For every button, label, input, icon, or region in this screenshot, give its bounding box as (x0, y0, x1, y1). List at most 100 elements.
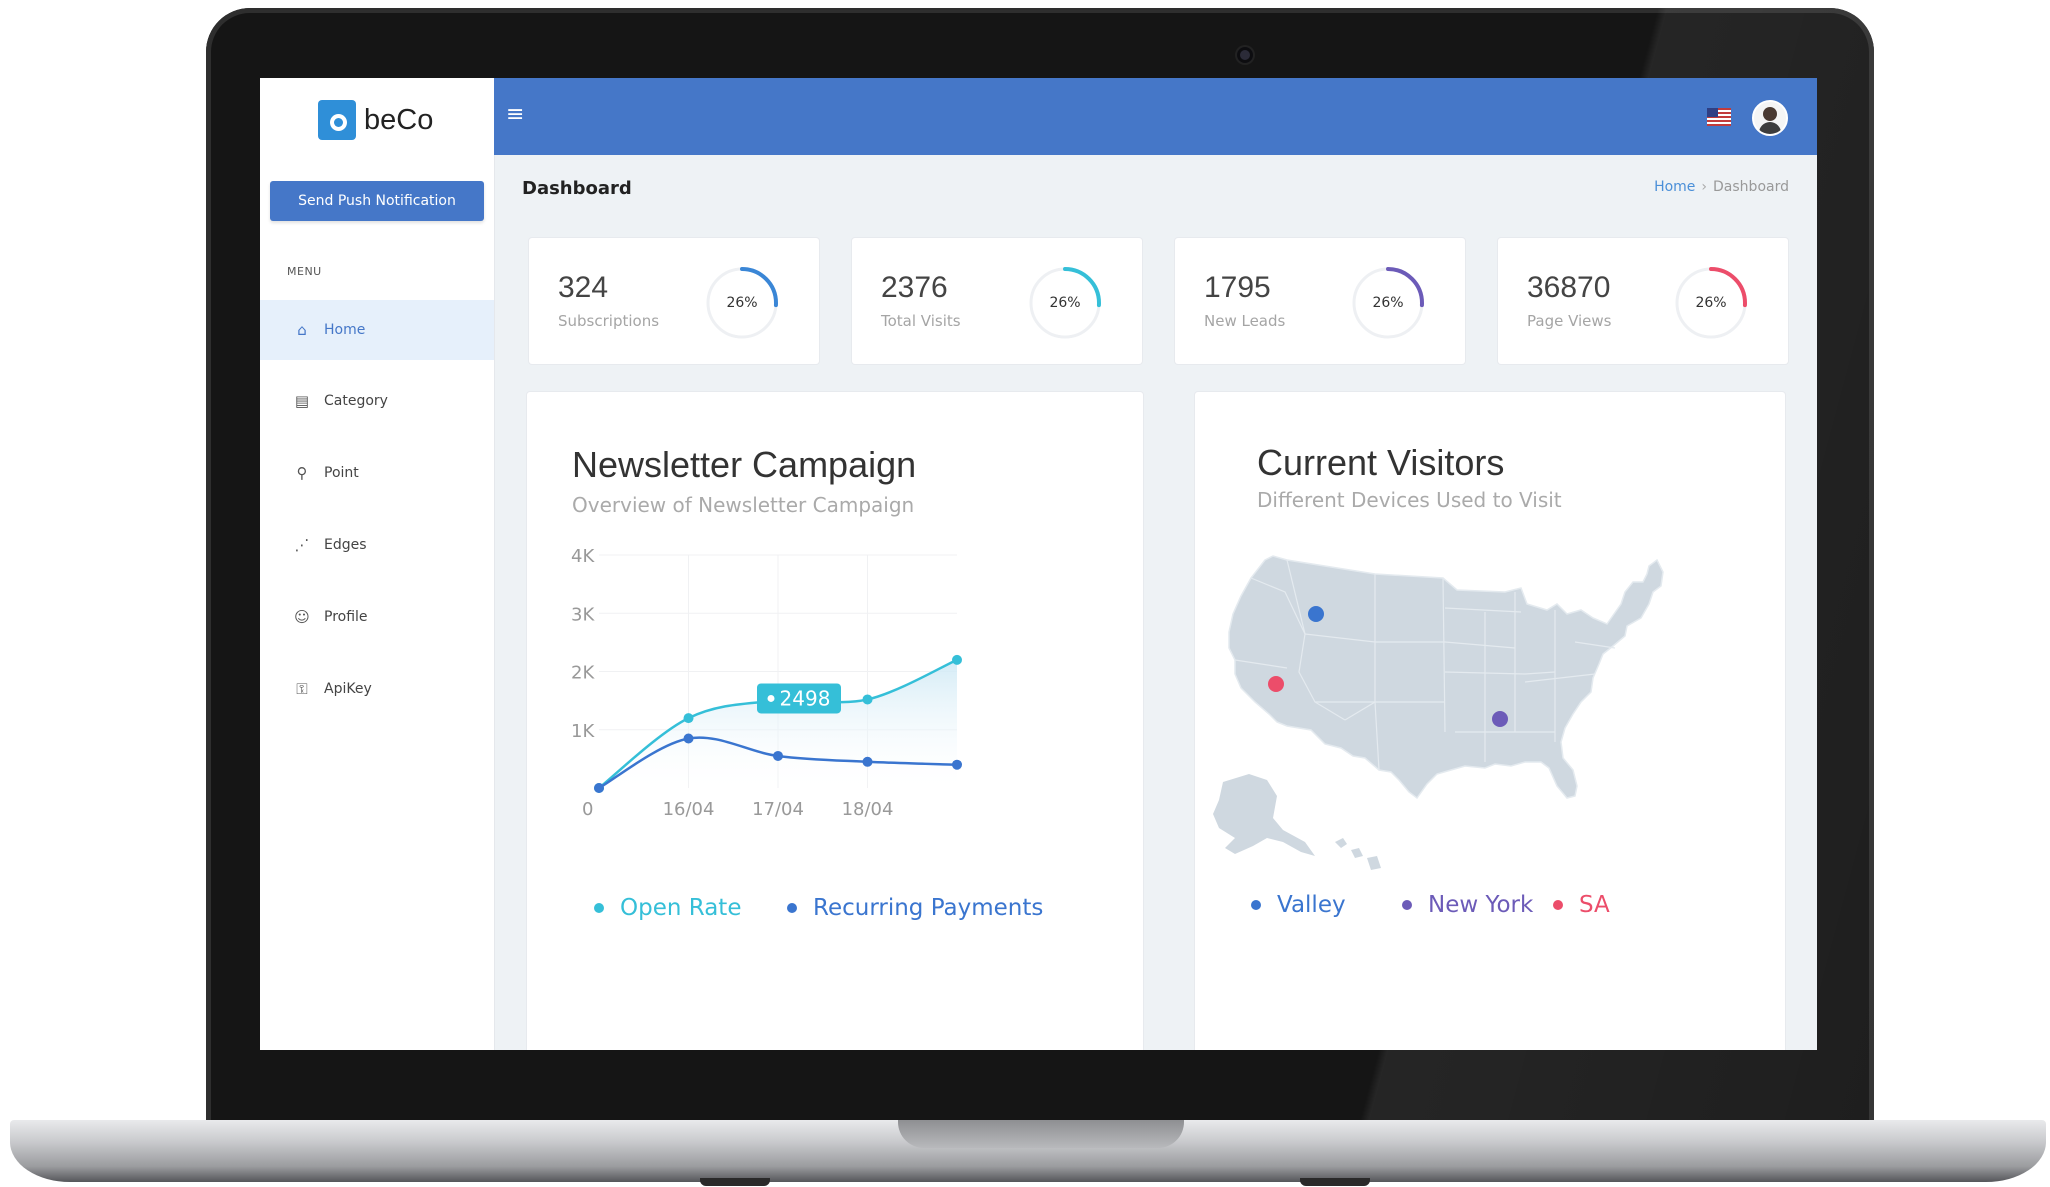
sidebar-item-label: Profile (324, 609, 368, 625)
legend-item-open-rate: Open Rate (594, 895, 741, 921)
map-marker-new-york[interactable] (1492, 711, 1508, 727)
y-tick-label: 1K (571, 721, 595, 742)
current-visitors-panel: Current Visitors Different Devices Used … (1195, 392, 1785, 1050)
sidebar-item-edges[interactable]: ⋰ Edges (260, 515, 494, 575)
stat-label: Total Visits (881, 312, 961, 330)
page-title: Dashboard (522, 178, 632, 199)
stat-value: 1795 (1204, 271, 1271, 304)
legend-dot (1402, 900, 1412, 910)
x-tick-label: 16/04 (663, 799, 715, 820)
data-point[interactable] (773, 750, 783, 761)
top-navbar: ≡ (494, 78, 1817, 155)
stat-label: Subscriptions (558, 312, 660, 330)
stat-card-subscriptions: 324 Subscriptions 26% (529, 238, 819, 364)
app-screen: beCo Send Push Notification MENU ⌂ Home … (260, 78, 1817, 1050)
y-tick-label: 4K (571, 546, 595, 567)
data-point[interactable] (952, 654, 962, 665)
legend-dot (594, 903, 604, 913)
users-key-icon: ⚿ (296, 680, 308, 698)
data-point[interactable] (683, 733, 694, 744)
logo-icon (318, 100, 356, 140)
sidebar-item-profile[interactable]: ☺ Profile (260, 587, 494, 647)
sidebar-item-label: ApiKey (324, 681, 372, 697)
sidebar-item-home[interactable]: ⌂ Home (260, 300, 494, 360)
map-pin-icon: ⚲ (296, 464, 308, 482)
legend-dot (787, 903, 797, 913)
legend-item-recurring-payments: Recurring Payments (787, 895, 1043, 921)
user-avatar[interactable] (1752, 100, 1788, 136)
usa-map-mainland (1228, 555, 1664, 800)
sidebar-item-label: Home (324, 322, 366, 338)
legend-label: Valley (1277, 892, 1346, 918)
progress-percent: 26% (726, 295, 758, 311)
chevron-right-icon: › (1701, 179, 1708, 195)
stat-label: New Leads (1204, 312, 1286, 330)
newsletter-line-chart: 0 1K 2K 3K 4K 16/04 17/04 18/04 2498 (571, 546, 962, 820)
progress-percent: 26% (1372, 295, 1404, 311)
legend-label: New York (1428, 892, 1534, 918)
data-point[interactable] (862, 694, 873, 705)
progress-percent: 26% (1695, 295, 1727, 311)
stat-label: Page Views (1527, 312, 1612, 330)
progress-percent: 26% (1049, 295, 1081, 311)
legend-label: SA (1579, 892, 1610, 918)
legend-item-valley: Valley (1251, 892, 1346, 918)
stat-card-total-visits: 2376 Total Visits 26% (852, 238, 1142, 364)
user-icon: ☺ (294, 608, 310, 626)
map-marker-sa[interactable] (1268, 676, 1284, 692)
sidebar: beCo Send Push Notification MENU ⌂ Home … (260, 78, 494, 1050)
menu-heading: MENU (287, 265, 322, 278)
data-point[interactable] (952, 759, 962, 770)
data-point[interactable] (594, 783, 604, 793)
stat-value: 36870 (1527, 271, 1611, 304)
panel-title: Newsletter Campaign (572, 444, 917, 485)
us-flag-icon[interactable] (1707, 108, 1731, 126)
legend-label: Recurring Payments (813, 895, 1044, 921)
tooltip-value: 2498 (780, 686, 831, 710)
x-tick-label: 17/04 (752, 799, 804, 820)
legend-item-new-york: New York (1402, 892, 1533, 918)
sidebar-item-label: Edges (324, 537, 367, 553)
panel-title: Current Visitors (1257, 442, 1505, 483)
sidebar-item-label: Category (324, 393, 388, 409)
laptop-foot (700, 1178, 770, 1186)
webcam-icon (1237, 47, 1253, 63)
logo-text: beCo (364, 103, 434, 136)
laptop-foot (1300, 1178, 1370, 1186)
legend-item-sa: SA (1553, 892, 1610, 918)
sidebar-item-point[interactable]: ⚲ Point (260, 443, 494, 503)
sidebar-item-category[interactable]: ▤ Category (260, 371, 494, 431)
legend-dot (1251, 900, 1261, 910)
hawaii-map (1335, 838, 1381, 870)
map-marker-valley[interactable] (1308, 606, 1324, 622)
y-tick-label: 3K (571, 604, 595, 625)
usa-map (1213, 555, 1664, 870)
data-point[interactable] (862, 756, 873, 767)
home-icon: ⌂ (297, 321, 307, 339)
logo[interactable]: beCo (318, 98, 433, 142)
stat-value: 2376 (881, 271, 948, 304)
breadcrumb-home-link[interactable]: Home (1654, 179, 1695, 195)
document-icon: ▤ (294, 392, 310, 410)
y-tick-label: 2K (571, 663, 595, 684)
graph-edges-icon: ⋰ (294, 536, 310, 554)
panel-subtitle: Different Devices Used to Visit (1257, 488, 1562, 512)
newsletter-campaign-panel: Newsletter Campaign Overview of Newslett… (527, 392, 1143, 1050)
legend-dot (1553, 900, 1563, 910)
laptop-notch (898, 1120, 1184, 1148)
breadcrumb: Home › Dashboard (1654, 179, 1789, 195)
sidebar-item-label: Point (324, 465, 359, 481)
chart-tooltip: 2498 (757, 683, 841, 714)
x-tick-label: 18/04 (842, 799, 894, 820)
hamburger-icon[interactable]: ≡ (506, 104, 524, 126)
legend-label: Open Rate (620, 895, 742, 921)
alaska-map (1213, 774, 1315, 856)
send-push-notification-button[interactable]: Send Push Notification (270, 181, 484, 221)
stat-value: 324 (558, 271, 609, 304)
data-point[interactable] (683, 713, 694, 724)
stat-card-new-leads: 1795 New Leads 26% (1175, 238, 1465, 364)
stat-card-page-views: 36870 Page Views 26% (1498, 238, 1788, 364)
sidebar-item-apikey[interactable]: ⚿ ApiKey (260, 659, 494, 719)
y-tick-label: 0 (582, 799, 593, 820)
breadcrumb-current: Dashboard (1713, 179, 1789, 195)
